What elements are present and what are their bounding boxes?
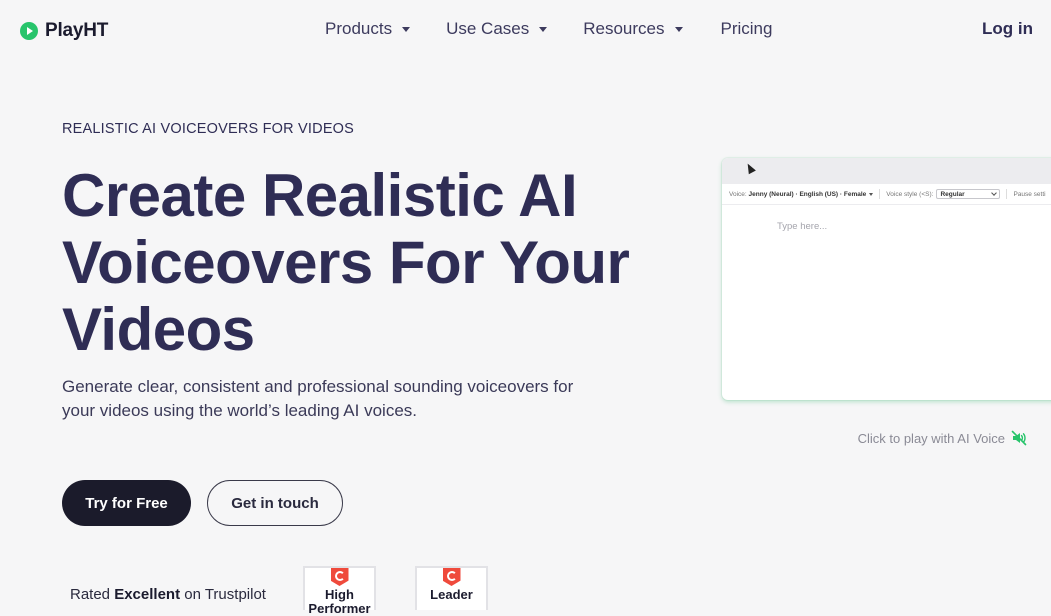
hero-eyebrow: REALISTIC AI VOICEOVERS FOR VIDEOS [62, 121, 355, 137]
nav-item-label: Use Cases [446, 19, 530, 38]
try-for-free-button[interactable]: Try for Free [62, 480, 191, 526]
badge-label: Leader [430, 587, 473, 602]
nav-item-products[interactable]: Products [325, 19, 411, 39]
play-circle-icon [20, 22, 38, 40]
voice-label: Voice: [729, 190, 747, 198]
login-link[interactable]: Log in [982, 19, 1033, 39]
hero-headline: Create Realistic AI Voiceovers For Your … [62, 162, 630, 363]
play-ai-voice-button[interactable]: Click to play with AI Voice [858, 430, 1027, 446]
g2-badge-high-performer: High Performer [303, 566, 376, 616]
caret-down-icon [674, 27, 683, 32]
toolbar-divider [879, 189, 881, 199]
get-in-touch-button[interactable]: Get in touch [207, 480, 343, 526]
nav-item-label: Products [325, 19, 393, 38]
g2-logo-icon [442, 568, 461, 586]
main-nav: Products Use Cases Resources Pricing [325, 19, 772, 39]
editor-toolbar: Voice: Jenny (Neural) · English (US) · F… [722, 184, 1051, 205]
caret-down-icon [539, 27, 548, 32]
g2-logo-icon [330, 568, 349, 586]
voice-style-value: Regular [940, 190, 965, 198]
nav-item-pricing[interactable]: Pricing [721, 19, 773, 39]
voice-style-label: Voice style (<S): [886, 190, 934, 198]
logo-text: PlayHT [45, 20, 109, 41]
caret-down-icon [869, 192, 874, 196]
chevron-down-icon [991, 190, 998, 196]
speaker-mute-icon [1011, 430, 1027, 446]
mouse-cursor-icon [744, 161, 756, 175]
voice-style-select[interactable]: Regular [936, 189, 1001, 199]
play-hint-label: Click to play with AI Voice [857, 430, 1005, 446]
rating-prefix: Rated [70, 586, 111, 603]
editor-topbar [722, 158, 1051, 184]
rating-suffix: on Trustpilot [184, 586, 266, 603]
nav-item-label: Resources [583, 19, 665, 38]
voice-editor-preview[interactable]: Voice: Jenny (Neural) · English (US) · F… [722, 158, 1051, 400]
logo[interactable]: PlayHT [20, 20, 108, 42]
caret-down-icon [402, 27, 411, 32]
toolbar-divider [1006, 189, 1008, 199]
rating-bold: Excellent [114, 586, 181, 603]
trustpilot-rating[interactable]: Rated Excellent on Trustpilot [70, 586, 266, 603]
hero-subtitle: Generate clear, consistent and professio… [62, 377, 574, 420]
voice-selector[interactable]: Jenny (Neural) · English (US) · Female [749, 191, 867, 198]
pause-settings-label[interactable]: Pause setti [1013, 191, 1045, 198]
nav-item-label: Pricing [720, 19, 773, 38]
nav-item-use-cases[interactable]: Use Cases [446, 19, 548, 39]
badge-label: High Performer [308, 587, 371, 616]
nav-item-resources[interactable]: Resources [583, 19, 683, 39]
g2-badge-leader: Leader [415, 566, 488, 610]
editor-text-area-placeholder[interactable]: Type here... [777, 221, 827, 232]
